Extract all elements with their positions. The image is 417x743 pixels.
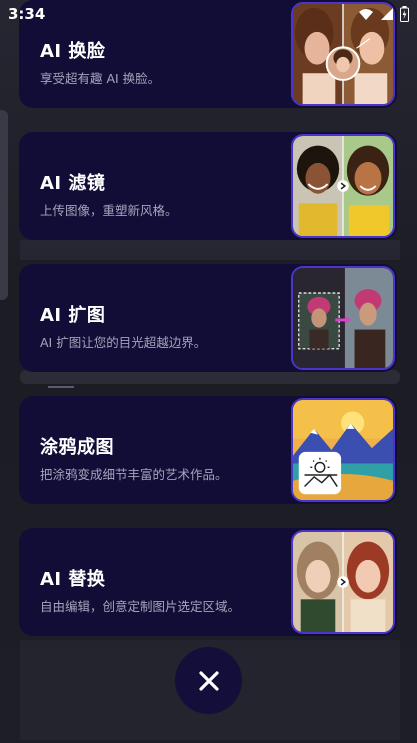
wifi-icon bbox=[359, 9, 373, 20]
battery-icon bbox=[400, 6, 409, 22]
card-title: 涂鸦成图 bbox=[40, 437, 114, 458]
feature-card-expand[interactable]: AI 扩图 AI 扩图让您的目光超越边界。 bbox=[19, 264, 397, 372]
card-description: AI 扩图让您的目光超越边界。 bbox=[40, 335, 207, 350]
expand-illustration bbox=[293, 268, 393, 368]
background-strip bbox=[20, 370, 400, 384]
card-title: AI 扩图 bbox=[40, 305, 106, 326]
card-description: 上传图像，重塑新风格。 bbox=[40, 203, 178, 218]
feature-card-replace[interactable]: AI 替换 自由编辑，创意定制图片选定区域。 bbox=[19, 528, 397, 636]
signal-icon bbox=[381, 8, 393, 20]
card-thumbnail bbox=[291, 398, 395, 502]
card-title: AI 滤镜 bbox=[40, 173, 106, 194]
card-description: 享受超有趣 AI 换脸。 bbox=[40, 71, 161, 86]
chevron-right-icon bbox=[337, 180, 349, 192]
background-indicator bbox=[48, 386, 74, 388]
doodle-illustration bbox=[293, 400, 393, 500]
card-thumbnail bbox=[291, 530, 395, 634]
card-thumbnail bbox=[291, 266, 395, 370]
card-thumbnail bbox=[291, 134, 395, 238]
status-bar: 3:34 bbox=[0, 0, 417, 28]
card-description: 把涂鸦变成细节丰富的艺术作品。 bbox=[40, 467, 228, 482]
status-time: 3:34 bbox=[8, 5, 46, 23]
replace-illustration bbox=[293, 532, 393, 632]
close-icon bbox=[198, 670, 219, 691]
card-title: AI 替换 bbox=[40, 569, 106, 590]
card-title: AI 换脸 bbox=[40, 41, 106, 62]
filter-illustration bbox=[293, 136, 393, 236]
feature-card-doodle[interactable]: 涂鸦成图 把涂鸦变成细节丰富的艺术作品。 bbox=[19, 396, 397, 504]
background-panel-edge bbox=[0, 110, 8, 300]
close-button[interactable] bbox=[175, 647, 242, 714]
card-description: 自由编辑，创意定制图片选定区域。 bbox=[40, 599, 241, 614]
background-strip bbox=[20, 240, 400, 260]
status-icons bbox=[358, 6, 409, 22]
feature-card-filter[interactable]: AI 滤镜 上传图像，重塑新风格。 bbox=[19, 132, 397, 240]
